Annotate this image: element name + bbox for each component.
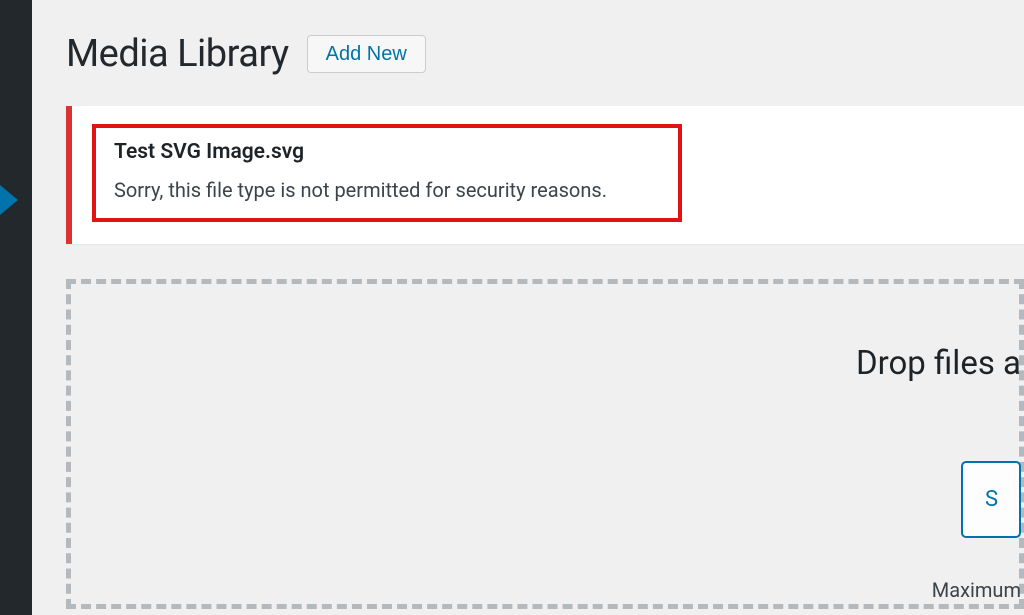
upload-dropzone[interactable]: Drop files a S Maximum <box>66 279 1024 609</box>
error-filename: Test SVG Image.svg <box>114 140 642 164</box>
dropzone-heading: Drop files a <box>71 344 1021 383</box>
error-notice: Test SVG Image.svg Sorry, this file type… <box>66 106 1024 244</box>
content-area: Media Library Add New Test SVG Image.svg… <box>32 0 1024 615</box>
error-message: Sorry, this file type is not permitted f… <box>114 178 642 202</box>
page-header: Media Library Add New <box>66 32 1024 76</box>
add-new-button[interactable]: Add New <box>307 35 426 73</box>
page-title: Media Library <box>66 32 289 76</box>
sidebar-active-indicator-icon <box>0 185 18 215</box>
admin-sidebar <box>0 0 32 615</box>
max-upload-text: Maximum <box>71 578 1021 602</box>
select-files-button[interactable]: S <box>961 461 1021 538</box>
error-highlight-box: Test SVG Image.svg Sorry, this file type… <box>92 124 682 222</box>
